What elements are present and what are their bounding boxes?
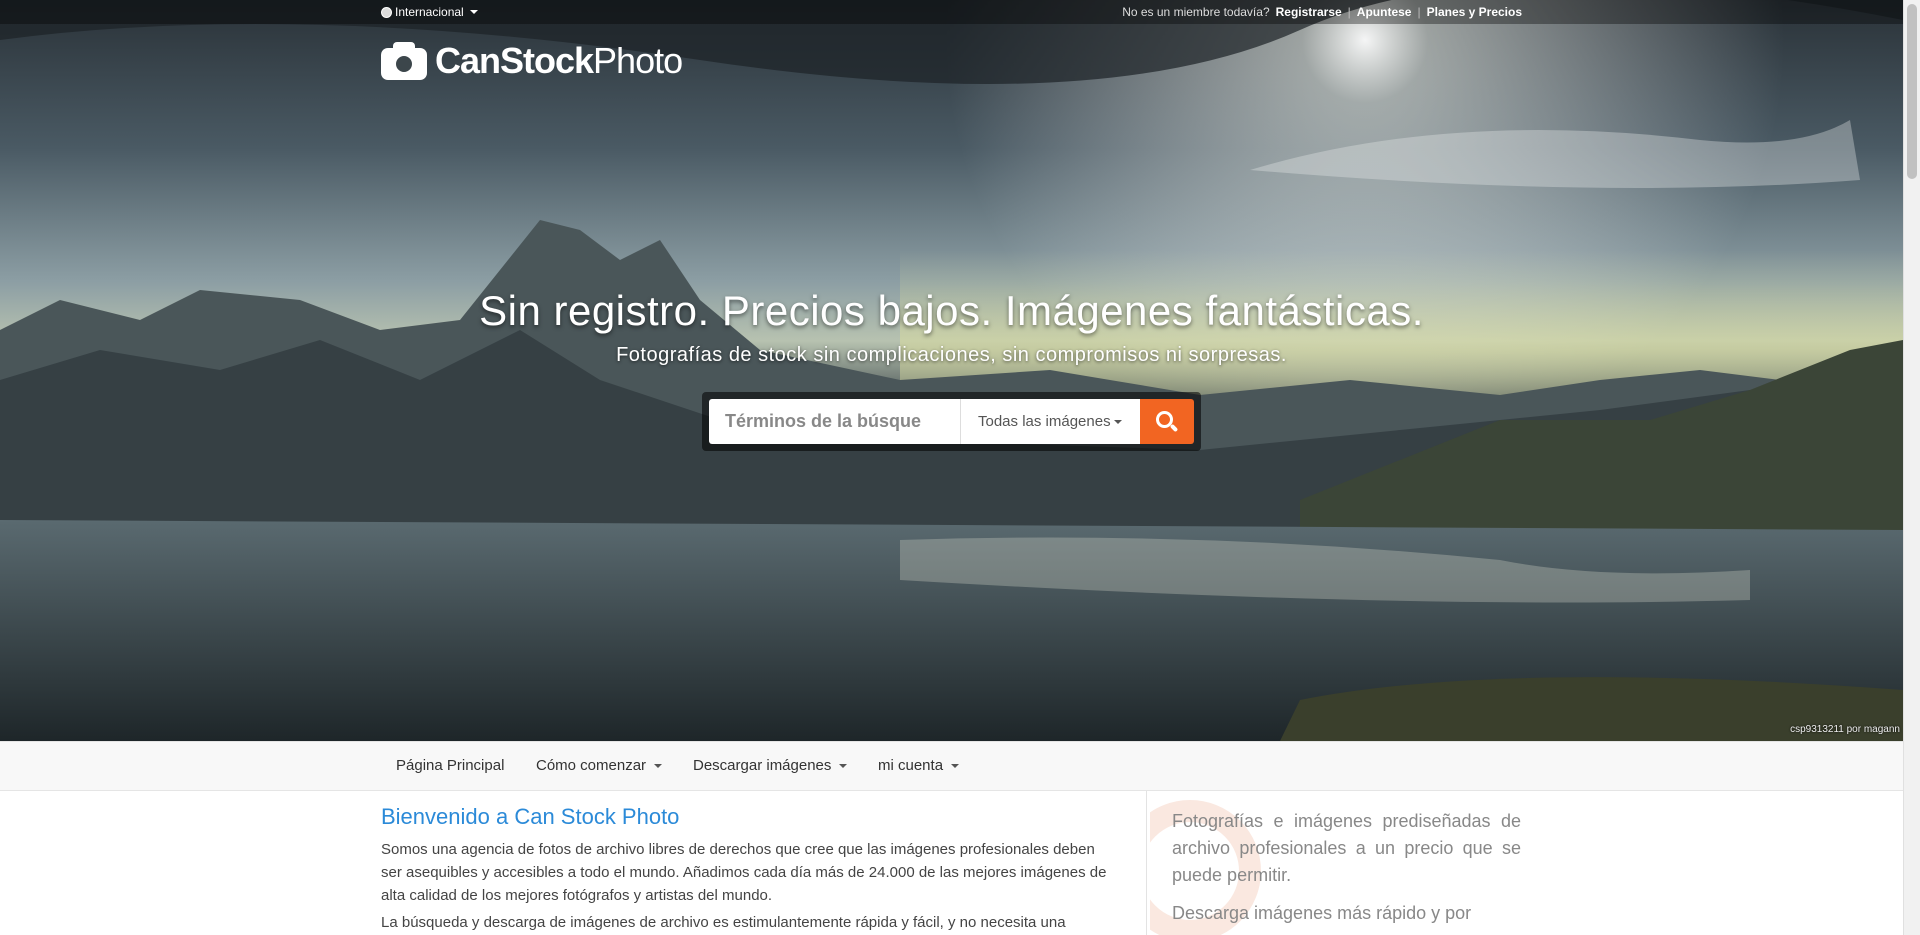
separator: | — [1347, 5, 1351, 19]
image-type-label: Todas las imágenes — [978, 413, 1111, 430]
sidebar-tagline-2: Descarga imágenes más rápido y por — [1172, 903, 1472, 923]
globe-icon — [381, 6, 392, 18]
nav-item-label: Descargar imágenes — [693, 757, 832, 774]
site-logo[interactable]: CanStockPhoto — [381, 40, 683, 82]
separator: | — [1417, 5, 1421, 19]
top-utility-bar: Internacional No es un miembre todavía? … — [0, 0, 1903, 24]
search-icon — [1156, 410, 1179, 433]
vertical-scrollbar[interactable] — [1903, 0, 1920, 935]
nav-item-download-images[interactable]: Descargar imágenes — [693, 757, 848, 774]
nav-item-label: mi cuenta — [878, 757, 944, 774]
chevron-down-icon — [469, 10, 478, 14]
nav-item-getting-started[interactable]: Cómo comenzar — [536, 757, 663, 774]
logo-text: CanStockPhoto — [435, 40, 683, 81]
hero-landscape-image — [0, 0, 1903, 741]
camera-icon — [381, 42, 427, 80]
search-button[interactable] — [1140, 399, 1194, 444]
nav-item-my-account[interactable]: mi cuenta — [878, 757, 960, 774]
intro-paragraph: Somos una agencia de fotos de archivo li… — [381, 841, 1107, 904]
search-bar: Todas las imágenes — [702, 392, 1201, 451]
region-selector[interactable]: Internacional — [381, 5, 478, 19]
search-input[interactable] — [709, 399, 961, 444]
image-credit: csp9313211 por magann — [1790, 724, 1900, 735]
account-links: No es un miembre todavía? Registrarse | … — [1122, 5, 1522, 19]
page: Internacional No es un miembre todavía? … — [0, 0, 1920, 935]
image-type-select[interactable]: Todas las imágenes — [961, 399, 1140, 444]
region-label: Internacional — [395, 5, 464, 19]
chevron-down-icon — [839, 763, 848, 768]
plans-link[interactable]: Planes y Precios — [1427, 5, 1522, 19]
chevron-down-icon — [1113, 419, 1122, 424]
not-member-text: No es un miembre todavía? — [1122, 5, 1270, 19]
hero-headline: Sin registro. Precios bajos. Imágenes fa… — [479, 287, 1424, 334]
chevron-down-icon — [654, 763, 663, 768]
scrollbar-thumb[interactable] — [1907, 4, 1917, 179]
register-link[interactable]: Registrarse — [1276, 5, 1342, 19]
signup-link[interactable]: Apuntese — [1357, 5, 1412, 19]
sidebar-tagline: Fotografías e imágenes prediseñadas de a… — [1172, 811, 1521, 885]
nav-item-home[interactable]: Página Principal — [396, 757, 504, 774]
nav-item-label: Página Principal — [396, 757, 505, 774]
nav-item-label: Cómo comenzar — [536, 757, 647, 774]
chevron-down-icon — [951, 763, 960, 768]
column-divider — [1146, 791, 1147, 935]
welcome-title: Bienvenido a Can Stock Photo — [381, 804, 680, 829]
hero-subheadline: Fotografías de stock sin complicaciones,… — [616, 344, 1287, 366]
hero-banner: Internacional No es un miembre todavía? … — [0, 0, 1903, 741]
intro-paragraph-2: La búsqueda y descarga de imágenes de ar… — [381, 914, 1066, 931]
main-nav: Página Principal Cómo comenzar Descargar… — [0, 741, 1903, 791]
